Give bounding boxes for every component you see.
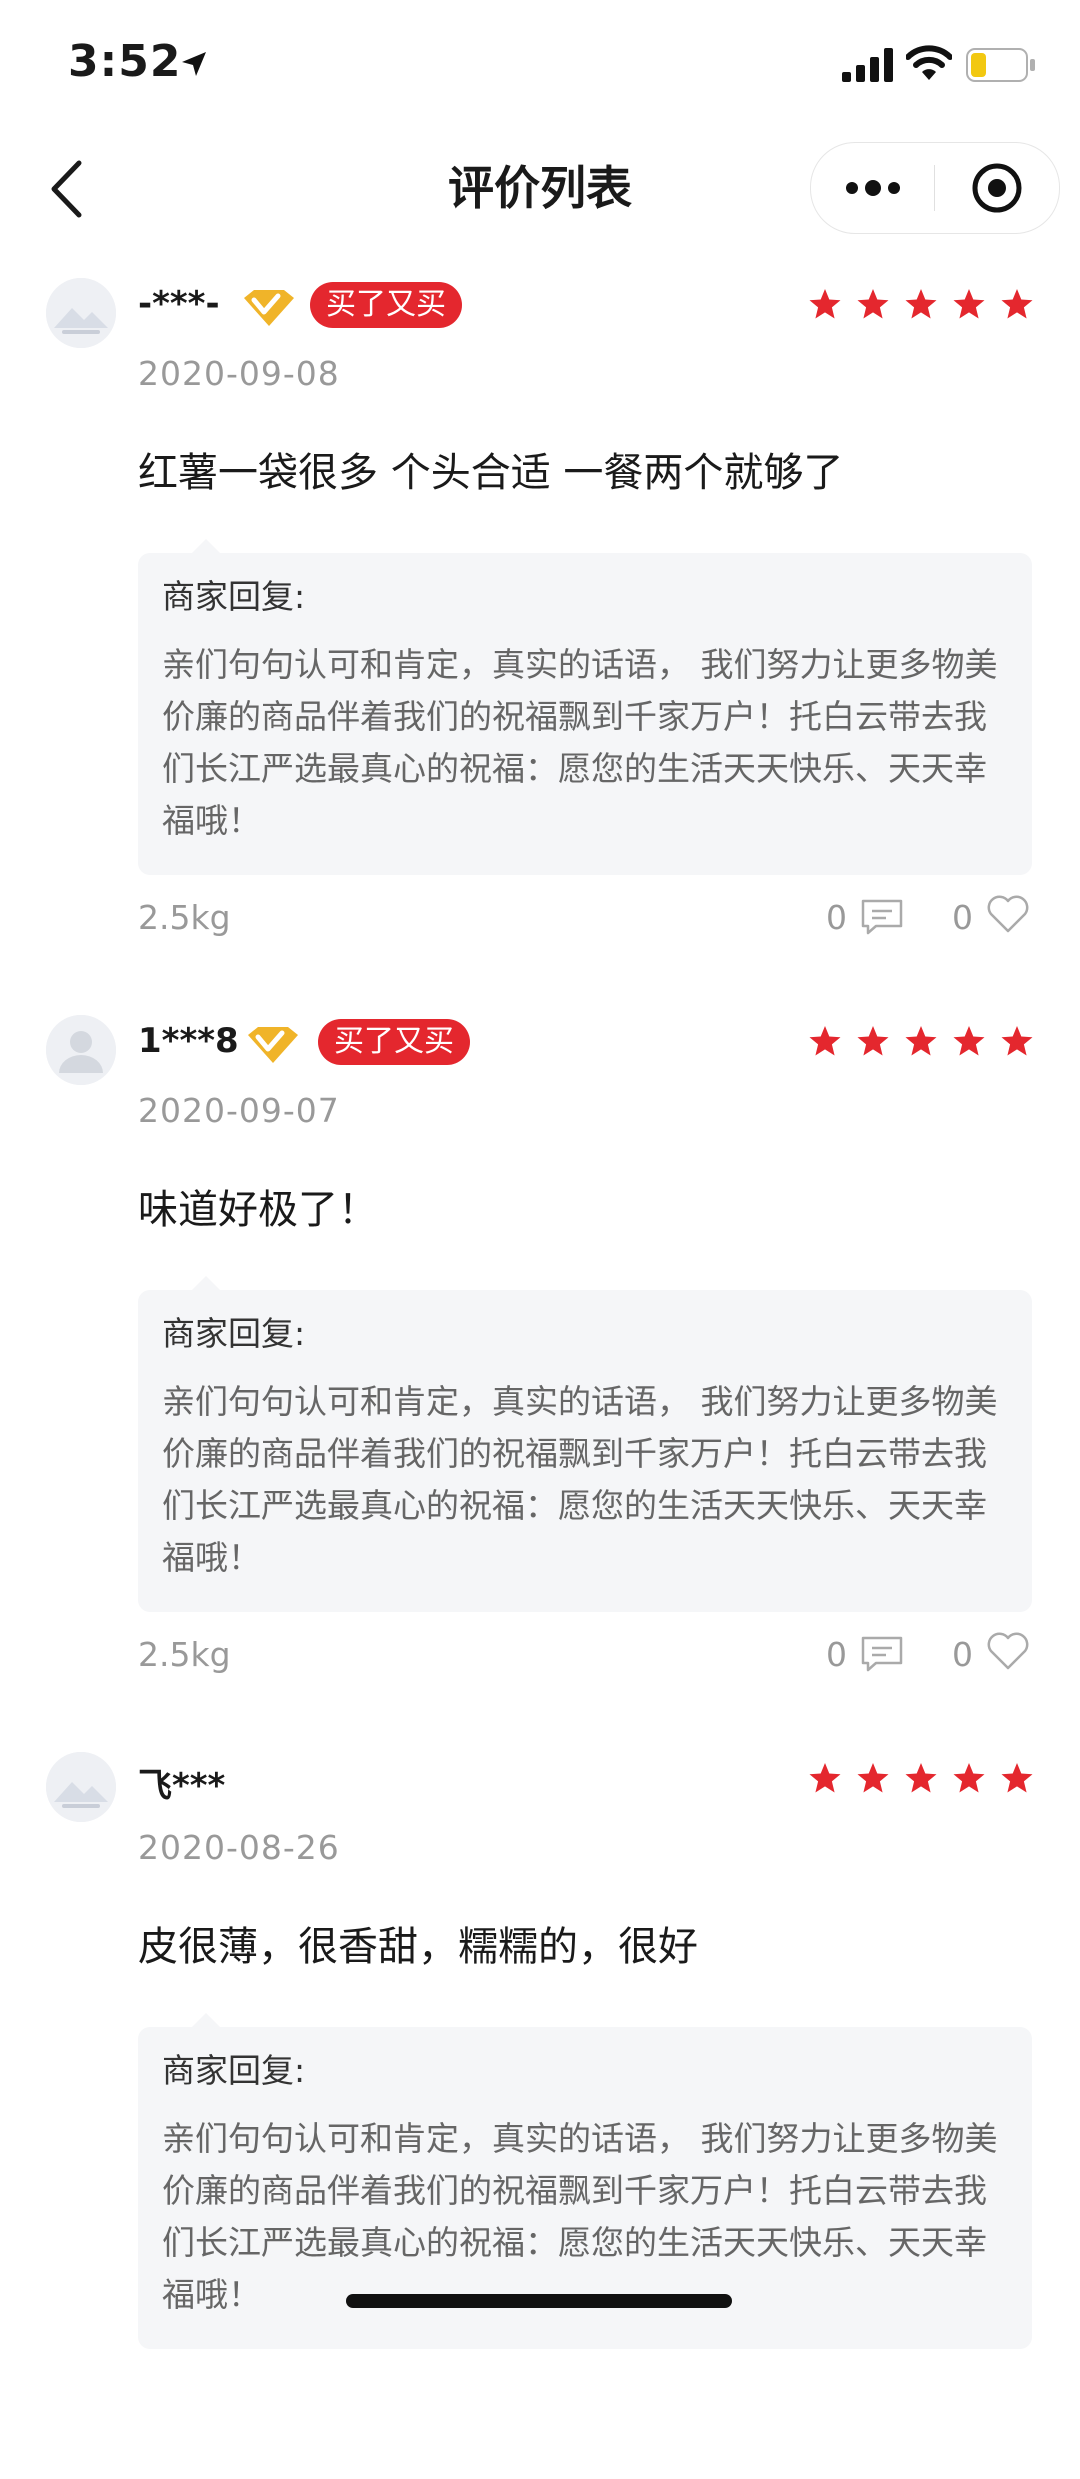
- reply-label: 商家回复:: [162, 2051, 306, 2090]
- star-icon: [809, 1026, 841, 1056]
- star-icon: [857, 289, 889, 319]
- review-item: 1***8 买了又买 2020-09-07 味道好极了！ 商家回复: 亲们句句认…: [0, 1005, 1080, 1742]
- star-icon: [905, 1763, 937, 1793]
- more-icon: [845, 180, 900, 196]
- star-icon: [1001, 1763, 1033, 1793]
- reply-label: 商家回复:: [162, 577, 306, 616]
- nav-bar: 评价列表: [0, 130, 1080, 240]
- close-target-icon: [972, 163, 1022, 213]
- review-content: 味道好极了！: [138, 1187, 378, 1233]
- product-spec: 2.5kg: [138, 898, 231, 937]
- rebuy-badge: 买了又买: [310, 282, 462, 328]
- username: 1***8: [138, 1021, 239, 1061]
- product-spec: 2.5kg: [138, 1635, 231, 1674]
- rating-stars: [808, 1762, 1034, 1796]
- reply-label: 商家回复:: [162, 1314, 306, 1353]
- like-count: 0: [952, 1635, 973, 1674]
- comment-icon[interactable]: [860, 1635, 904, 1673]
- home-indicator: [346, 2294, 732, 2308]
- signal-icon: [842, 48, 893, 82]
- star-icon: [1001, 289, 1033, 319]
- review-date: 2020-09-07: [138, 1091, 340, 1130]
- username: 飞***: [138, 1766, 226, 1806]
- reply-text: 亲们句句认可和肯定，真实的话语， 我们努力让更多物美价廉的商品伴着我们的祝福飘到…: [162, 1382, 998, 1577]
- avatar[interactable]: [46, 278, 116, 348]
- avatar[interactable]: [46, 1752, 116, 1822]
- status-bar: 3:52: [0, 0, 1080, 130]
- merchant-reply: 商家回复: 亲们句句认可和肯定，真实的话语， 我们努力让更多物美价廉的商品伴着我…: [138, 539, 1032, 875]
- wifi-icon: [906, 45, 952, 80]
- reply-text: 亲们句句认可和肯定，真实的话语， 我们努力让更多物美价廉的商品伴着我们的祝福飘到…: [162, 645, 998, 840]
- star-icon: [953, 1763, 985, 1793]
- rebuy-badge: 买了又买: [318, 1019, 470, 1065]
- battery-icon: [966, 48, 1035, 82]
- like-count: 0: [952, 898, 973, 937]
- review-date: 2020-09-08: [138, 354, 340, 393]
- heart-icon[interactable]: [986, 1631, 1030, 1671]
- comment-count: 0: [826, 1635, 847, 1674]
- comment-icon[interactable]: [860, 898, 904, 936]
- review-content: 红薯一袋很多 个头合适 一餐两个就够了: [138, 450, 844, 496]
- star-icon: [905, 289, 937, 319]
- star-icon: [905, 1026, 937, 1056]
- star-icon: [1001, 1026, 1033, 1056]
- reply-text: 亲们句句认可和肯定，真实的话语， 我们努力让更多物美价廉的商品伴着我们的祝福飘到…: [162, 2119, 998, 2314]
- status-time: 3:52: [68, 36, 182, 87]
- more-button[interactable]: [811, 143, 934, 233]
- star-icon: [809, 1763, 841, 1793]
- vip-icon: [244, 290, 294, 326]
- star-icon: [857, 1026, 889, 1056]
- location-arrow-icon: [182, 52, 206, 76]
- close-miniprogram-button[interactable]: [935, 143, 1059, 233]
- rating-stars: [808, 1025, 1034, 1059]
- heart-icon[interactable]: [986, 894, 1030, 934]
- username: -***-: [138, 284, 220, 324]
- review-date: 2020-08-26: [138, 1828, 340, 1867]
- vip-icon: [248, 1027, 298, 1063]
- review-item: 飞*** 2020-08-26 皮很薄，很香甜，糯糯的，很好 商家回复: 亲们句…: [0, 1742, 1080, 2479]
- star-icon: [953, 289, 985, 319]
- review-item: -***- 买了又买 2020-09-08 红薯一袋很多 个头合适 一餐两个就够…: [0, 268, 1080, 1005]
- star-icon: [857, 1763, 889, 1793]
- rating-stars: [808, 288, 1034, 322]
- comment-count: 0: [826, 898, 847, 937]
- review-content: 皮很薄，很香甜，糯糯的，很好: [138, 1924, 698, 1970]
- merchant-reply: 商家回复: 亲们句句认可和肯定，真实的话语， 我们努力让更多物美价廉的商品伴着我…: [138, 1276, 1032, 1612]
- star-icon: [809, 289, 841, 319]
- review-list: -***- 买了又买 2020-09-08 红薯一袋很多 个头合适 一餐两个就够…: [0, 268, 1080, 2479]
- miniprogram-capsule: [810, 142, 1060, 234]
- star-icon: [953, 1026, 985, 1056]
- avatar[interactable]: [46, 1015, 116, 1085]
